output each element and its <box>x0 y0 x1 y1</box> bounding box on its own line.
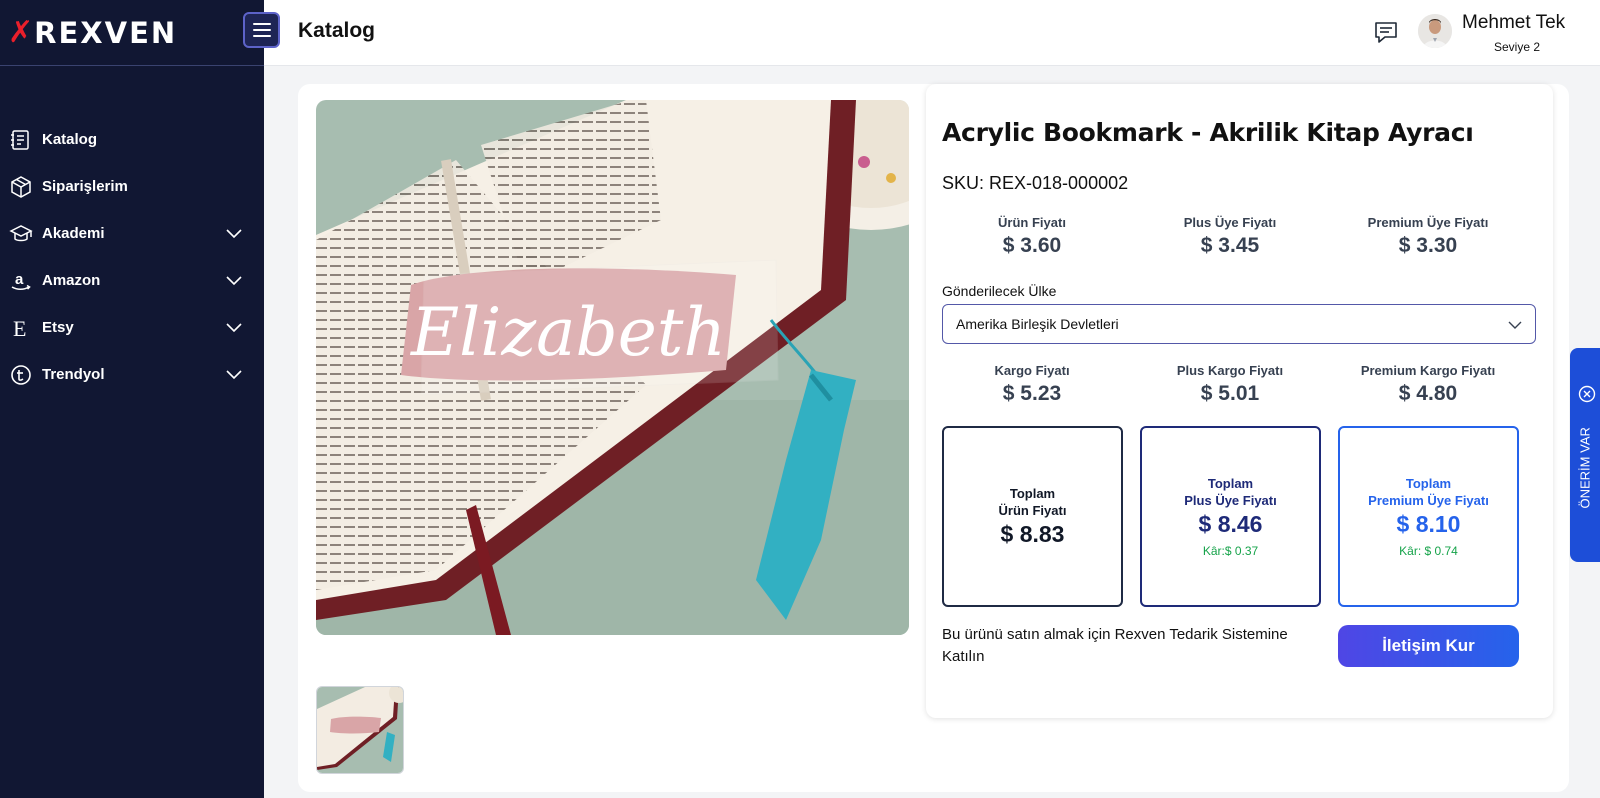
shipping-premium: Premium Kargo Fiyatı $ 4.80 <box>1328 363 1528 406</box>
total-label: Plus Üye Fiyatı <box>1184 493 1277 508</box>
close-icon[interactable] <box>1578 385 1596 403</box>
suggestion-label: ÖNERİM VAR <box>1577 427 1593 509</box>
sidebar-item-siparislerim[interactable]: Siparişlerim <box>0 163 264 210</box>
sidebar-item-katalog[interactable]: Katalog <box>0 116 264 163</box>
shipping-standard: Kargo Fiyatı $ 5.23 <box>932 363 1132 406</box>
sidebar-item-label: Katalog <box>42 131 98 148</box>
sidebar-nav: Katalog Siparişlerim Akademi a Amazon E <box>0 116 264 398</box>
total-plus-card: Toplam Plus Üye Fiyatı $ 8.46 Kâr:$ 0.37 <box>1140 426 1321 607</box>
sidebar-item-label: Siparişlerim <box>42 178 128 195</box>
chevron-down-icon[interactable] <box>224 364 244 384</box>
svg-text:E: E <box>13 316 26 340</box>
top-bar: Katalog Mehmet Tek Seviye 2 <box>264 0 1600 66</box>
shipping-label: Premium Kargo Fiyatı <box>1360 363 1496 378</box>
chat-icon[interactable] <box>1373 19 1399 45</box>
svg-text:a: a <box>15 271 24 288</box>
price-value: $ 3.60 <box>1002 234 1062 257</box>
trendyol-icon <box>8 362 34 388</box>
total-value: $ 8.83 <box>1000 521 1065 547</box>
product-sku: SKU: REX-018-000002 <box>942 173 1129 193</box>
total-label: Toplam <box>1207 476 1254 491</box>
shipping-label: Kargo Fiyatı <box>994 363 1070 378</box>
total-value: $ 8.10 <box>1396 511 1461 537</box>
suggestion-tab[interactable]: ÖNERİM VAR <box>1570 348 1600 562</box>
rexven-logo[interactable]: ✗ REXVEN <box>8 16 177 50</box>
etsy-icon: E <box>8 315 34 341</box>
total-label: Ürün Fiyatı <box>998 503 1067 518</box>
profit-text: Kâr:$ 0.37 <box>1202 544 1259 558</box>
bookmark-name-text: Elizabeth <box>410 294 726 371</box>
price-label: Plus Üye Fiyatı <box>1183 215 1277 230</box>
price-standard: Ürün Fiyatı $ 3.60 <box>932 215 1132 258</box>
sidebar: ✗ REXVEN Katalog Siparişlerim Akademi a <box>0 0 264 798</box>
country-selected-value: Amerika Birleşik Devletleri <box>956 316 1119 332</box>
shipping-plus: Plus Kargo Fiyatı $ 5.01 <box>1130 363 1330 406</box>
price-value: $ 3.30 <box>1398 234 1458 257</box>
sidebar-item-trendyol[interactable]: Trendyol <box>0 351 264 398</box>
total-standard-card: Toplam Ürün Fiyatı $ 8.83 <box>942 426 1123 607</box>
join-message: Bu ürünü satın almak için Rexven Tedarik… <box>942 626 1288 665</box>
box-icon <box>8 174 34 200</box>
sidebar-item-label: Amazon <box>42 272 101 289</box>
shipping-label: Plus Kargo Fiyatı <box>1176 363 1284 378</box>
product-title: Acrylic Bookmark - Akrilik Kitap Ayracı <box>942 118 1474 147</box>
price-label: Ürün Fiyatı <box>998 215 1066 230</box>
total-value: $ 8.46 <box>1198 511 1263 537</box>
logo-mark: ✗ <box>8 15 34 50</box>
sidebar-item-label: Etsy <box>42 319 74 336</box>
graduation-cap-icon <box>8 221 34 247</box>
price-plus: Plus Üye Fiyatı $ 3.45 <box>1130 215 1330 258</box>
profit-text: Kâr: $ 0.74 <box>1399 544 1458 558</box>
user-name[interactable]: Mehmet Tek <box>1462 12 1565 34</box>
country-select[interactable]: Amerika Birleşik Devletleri <box>942 304 1536 344</box>
total-premium-card: Toplam Premium Üye Fiyatı $ 8.10 Kâr: $ … <box>1338 426 1519 607</box>
product-thumbnail[interactable] <box>316 686 404 774</box>
total-label: Premium Üye Fiyatı <box>1368 493 1489 508</box>
sidebar-item-label: Akademi <box>42 225 105 242</box>
logo-text: REXVEN <box>34 16 178 50</box>
sidebar-item-label: Trendyol <box>42 366 105 383</box>
sidebar-item-amazon[interactable]: a Amazon <box>0 257 264 304</box>
contact-button[interactable]: İletişim Kur <box>1338 625 1519 667</box>
menu-toggle-button[interactable] <box>243 12 280 48</box>
price-label: Premium Üye Fiyatı <box>1367 215 1489 230</box>
chevron-down-icon[interactable] <box>224 270 244 290</box>
catalog-icon <box>8 127 34 153</box>
price-value: $ 3.45 <box>1200 234 1260 257</box>
chevron-down-icon[interactable] <box>224 223 244 243</box>
brand-area: ✗ REXVEN <box>0 0 264 66</box>
avatar[interactable] <box>1418 14 1452 48</box>
total-label: Toplam <box>1009 486 1056 501</box>
hamburger-icon <box>252 23 271 25</box>
shipping-value: $ 5.01 <box>1200 382 1260 405</box>
shipping-value: $ 5.23 <box>1002 382 1062 405</box>
sidebar-item-etsy[interactable]: E Etsy <box>0 304 264 351</box>
shipping-value: $ 4.80 <box>1398 382 1458 405</box>
product-image[interactable]: Elizabeth <box>316 100 909 635</box>
amazon-icon: a <box>8 268 34 294</box>
chevron-down-icon <box>1508 321 1522 329</box>
page-title: Katalog <box>298 19 376 42</box>
sidebar-item-akademi[interactable]: Akademi <box>0 210 264 257</box>
price-premium: Premium Üye Fiyatı $ 3.30 <box>1328 215 1528 258</box>
user-level: Seviye 2 <box>1494 40 1541 54</box>
country-label: Gönderilecek Ülke <box>942 283 1057 299</box>
total-label: Toplam <box>1405 476 1452 491</box>
chevron-down-icon[interactable] <box>224 317 244 337</box>
